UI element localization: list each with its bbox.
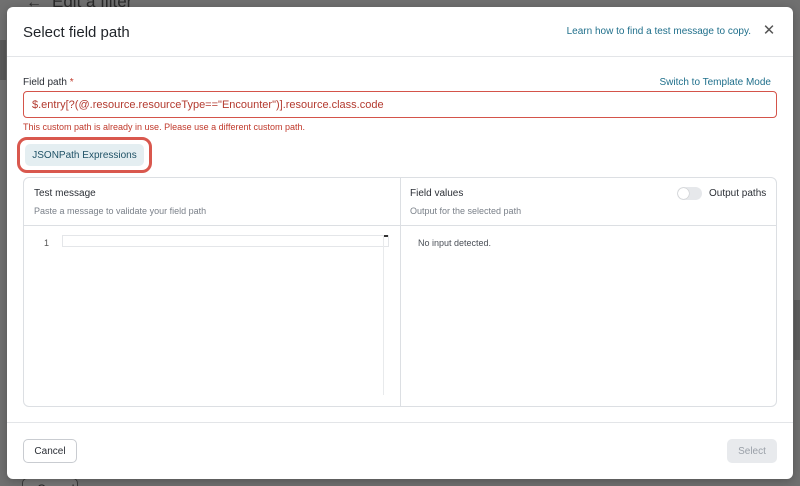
field-values-title: Field values <box>410 188 464 199</box>
toggle-knob <box>678 188 689 199</box>
editor-scrollbar[interactable] <box>383 235 384 395</box>
field-path-label-text: Field path <box>23 77 67 88</box>
learn-test-message-link[interactable]: Learn how to find a test message to copy… <box>567 26 751 37</box>
test-message-subtitle: Paste a message to validate your field p… <box>34 206 207 216</box>
output-paths-label: Output paths <box>709 188 767 199</box>
no-input-text: No input detected. <box>418 238 492 248</box>
modal-header: Select field path Learn how to find a te… <box>7 7 793 57</box>
background-cancel-button: Cancel <box>22 478 78 486</box>
test-message-title: Test message <box>34 188 96 199</box>
select-field-path-modal: Select field path Learn how to find a te… <box>7 7 793 479</box>
modal-footer-divider <box>7 422 793 423</box>
output-paths-toggle[interactable] <box>677 187 702 200</box>
editor-line-number: 1 <box>44 238 50 248</box>
test-message-editor[interactable] <box>62 235 389 247</box>
switch-template-mode-link[interactable]: Switch to Template Mode <box>659 77 771 88</box>
test-panel: Test message Paste a message to validate… <box>23 177 777 407</box>
field-path-label: Field path * <box>23 77 74 88</box>
field-path-error: This custom path is already in use. Plea… <box>23 122 305 132</box>
modal-title: Select field path <box>23 24 130 41</box>
cancel-button[interactable]: Cancel <box>23 439 77 463</box>
close-icon[interactable]: ✕ <box>761 22 777 40</box>
field-path-input[interactable] <box>23 91 777 118</box>
editor-scroll-marker <box>384 235 388 237</box>
panel-divider <box>400 178 401 406</box>
select-button[interactable]: Select <box>727 439 777 463</box>
required-marker: * <box>69 77 74 88</box>
background-right-strip <box>794 300 800 360</box>
background-left-strip <box>0 40 6 80</box>
panel-header-divider <box>24 225 776 226</box>
field-values-subtitle: Output for the selected path <box>410 206 522 216</box>
jsonpath-expressions-button[interactable]: JSONPath Expressions <box>25 144 144 166</box>
